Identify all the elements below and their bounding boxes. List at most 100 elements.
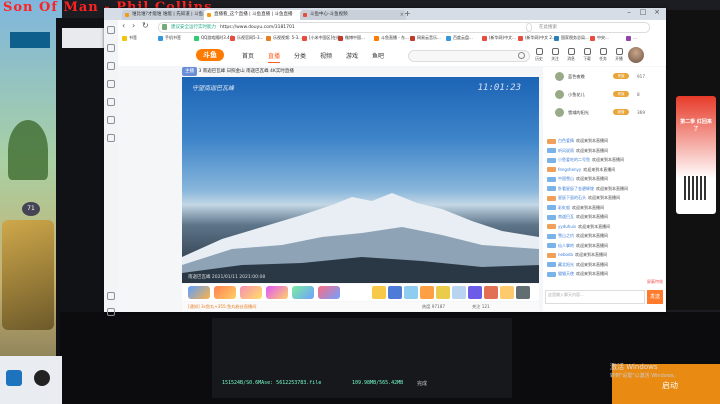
rank-row[interactable]: 小鱼花儿 贵族 8 xyxy=(547,89,661,100)
user-avatar[interactable] xyxy=(628,47,644,63)
minimize-icon[interactable]: – xyxy=(624,8,634,16)
chat-text: 欢迎来到本直播间 xyxy=(588,195,620,200)
bookmark-item[interactable]: 乐视视频: 5-3... xyxy=(266,35,302,41)
gift-activity-icon[interactable] xyxy=(318,286,340,299)
tab-1[interactable]: 谁比谁?才能谁 谁能 | 先知道 | 斗鱼...× xyxy=(122,10,212,20)
chat-input[interactable]: 这里输入聊天内容... xyxy=(545,290,645,304)
tab-2[interactable]: 直播看_这个直播 | 斗鱼直播 | 斗鱼直播× xyxy=(204,10,308,20)
video-player[interactable]: 守望南迦巴瓦峰 11:01:23 南迦巴瓦峰 2021/01/11 2021:0… xyxy=(182,77,539,283)
sidebar-add-icon[interactable] xyxy=(107,292,115,300)
bookmark-item[interactable]: 中央... xyxy=(590,35,609,41)
task-icon[interactable]: 任务 xyxy=(598,48,608,62)
gift-icon[interactable] xyxy=(420,286,434,299)
maximize-icon[interactable]: □ xyxy=(638,8,648,16)
chat-username[interactable]: 中国雪山 xyxy=(558,176,574,181)
sidebar-bookmark-icon[interactable] xyxy=(107,44,115,52)
rank-row[interactable]: 蓝色夜晚 贵族 917 xyxy=(547,71,661,82)
close-window-icon[interactable]: × xyxy=(652,8,662,16)
gift-activity-icon[interactable] xyxy=(240,286,262,299)
chat-username[interactable]: 雪山之约 xyxy=(558,233,574,238)
gift-activity-icon[interactable] xyxy=(266,286,288,299)
chat-username[interactable]: neboda xyxy=(558,252,573,257)
gift-icon[interactable] xyxy=(484,286,498,299)
gift-icon[interactable] xyxy=(372,286,386,299)
nav-game[interactable]: 游戏 xyxy=(346,51,358,60)
chat-username[interactable]: 彩虹般 xyxy=(558,205,570,210)
bookmark-item[interactable]: QQ游戏随时3.4.1 xyxy=(194,35,233,41)
desktop-app-icon[interactable] xyxy=(34,370,50,386)
nav-video[interactable]: 视频 xyxy=(320,51,332,60)
bookmark-item[interactable]: 乐视官网5-3... xyxy=(230,35,263,41)
rank-row[interactable]: 雪域的阳光 超管 369 xyxy=(547,107,661,118)
message-icon[interactable]: 消息 xyxy=(566,48,576,62)
chat-username[interactable]: fengshenyy xyxy=(558,167,581,172)
bookmark-item[interactable]: 微博中国... xyxy=(338,35,365,41)
chat-username[interactable]: 藏北阳光 xyxy=(558,262,574,267)
gift-icon[interactable] xyxy=(500,286,514,299)
gift-activity-icon[interactable] xyxy=(188,286,210,299)
nav-home[interactable]: 首页 xyxy=(242,51,254,60)
room-tag[interactable]: 主播 xyxy=(182,67,197,76)
send-button[interactable]: 发送 xyxy=(647,290,663,304)
chat-username[interactable]: yyduhuis xyxy=(558,224,576,229)
url-field[interactable]: 建议安全运行实时能力 https://www.douyu.com/3181701 xyxy=(158,22,532,33)
activate-button[interactable]: 启动 xyxy=(662,380,678,391)
bookmark-item[interactable]: (新华网)中文... xyxy=(482,35,516,41)
site-search-input[interactable] xyxy=(408,50,530,62)
bookmark-item[interactable]: 斗鱼直播 - 东... xyxy=(374,35,409,41)
gift-icon[interactable] xyxy=(468,286,482,299)
bookmark-item[interactable]: 国家税务总局... xyxy=(554,35,589,41)
user-level-badge xyxy=(547,167,556,172)
chat-username[interactable]: 南迦巴瓦 xyxy=(558,214,574,219)
chat-username[interactable]: 仙人掌的 xyxy=(558,243,574,248)
bookmark-item[interactable]: 百度云盘... xyxy=(446,35,473,41)
sidebar-cart-icon[interactable] xyxy=(107,116,115,124)
douyu-logo[interactable]: 斗鱼 xyxy=(196,49,224,61)
chat-username[interactable]: 听风说雨 xyxy=(558,148,574,153)
gift-icon[interactable] xyxy=(404,286,418,299)
gift-activity-icon[interactable] xyxy=(292,286,314,299)
video-clock: 11:01:23 xyxy=(477,83,521,93)
block-effects-toggle[interactable]: 屏蔽特效 xyxy=(647,279,663,285)
sidebar-game-icon[interactable] xyxy=(107,134,115,142)
side-ad-banner[interactable]: 第二季 红回来了 xyxy=(676,96,716,214)
chat-username[interactable]: 卧看星辰了金碧辉煌 xyxy=(558,186,594,191)
desktop-app-icon[interactable] xyxy=(6,370,22,386)
bookmark-item[interactable]: 书签 xyxy=(122,35,137,41)
chat-message: 藏北阳光 欢迎来到本直播间 xyxy=(547,261,663,269)
back-icon[interactable]: ‹ xyxy=(122,21,125,30)
follow-icon[interactable]: 关注 xyxy=(550,48,560,62)
bookmark-item[interactable]: 网易云音乐... xyxy=(410,35,441,41)
gift-icon[interactable] xyxy=(452,286,466,299)
bookmark-item[interactable]: (新华网)中文 2... xyxy=(518,35,556,41)
nav-category[interactable]: 分类 xyxy=(294,51,306,60)
sidebar-download-icon[interactable] xyxy=(107,80,115,88)
browser-search-input[interactable]: 在此搜索 xyxy=(526,22,650,33)
chat-tools[interactable]: 屏蔽特效 xyxy=(545,279,663,287)
tab-3[interactable]: 斗鱼中心-斗鱼视频 × xyxy=(300,10,406,20)
refresh-icon[interactable]: ↻ xyxy=(142,21,149,30)
live-icon[interactable]: 开播 xyxy=(614,48,624,62)
sidebar-star-icon[interactable] xyxy=(107,26,115,34)
gift-icon[interactable] xyxy=(516,286,530,299)
new-tab-icon[interactable]: + xyxy=(404,9,411,18)
nav-live[interactable]: 直播 xyxy=(268,51,281,63)
bookmark-item[interactable]: 手机书签 xyxy=(158,35,181,41)
chat-username[interactable]: 星辰下面的石头 xyxy=(558,195,586,200)
sidebar-collapse-icon[interactable] xyxy=(107,308,115,316)
search-icon[interactable] xyxy=(518,52,525,59)
favicon-icon xyxy=(303,13,307,17)
chat-username[interactable]: 白色爱情 xyxy=(558,138,574,143)
sidebar-history-icon[interactable] xyxy=(107,62,115,70)
forward-icon[interactable]: › xyxy=(132,21,135,30)
nav-yuba[interactable]: 鱼吧 xyxy=(372,51,384,60)
gift-activity-icon[interactable] xyxy=(214,286,236,299)
chat-username[interactable]: 猫猫天使 xyxy=(558,271,574,276)
sidebar-chat-icon[interactable] xyxy=(107,98,115,106)
gift-icon[interactable] xyxy=(436,286,450,299)
chat-username[interactable]: 小鱼爱吃的二号鱼 xyxy=(558,157,590,162)
download-icon[interactable]: 下载 xyxy=(582,48,592,62)
bookmark-item[interactable]: ... xyxy=(626,35,637,41)
history-icon[interactable]: 历史 xyxy=(534,48,544,62)
gift-icon[interactable] xyxy=(388,286,402,299)
